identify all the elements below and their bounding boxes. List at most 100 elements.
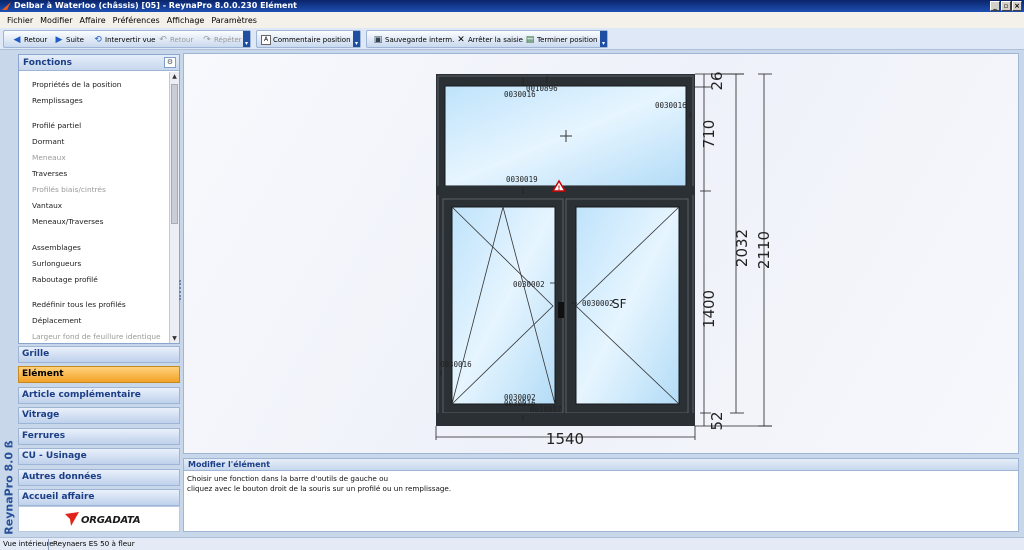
window-drawing[interactable]: ! 0010896 0030016 0030016 0030019 003000…	[184, 54, 1020, 455]
nav-ferrures[interactable]: Ferrures	[18, 428, 180, 445]
status-separator	[48, 539, 49, 550]
function-item-traverses[interactable]: Traverses	[32, 169, 67, 178]
stop-icon: ✕	[457, 34, 465, 45]
redo-label: Répéter	[214, 35, 242, 44]
toolbar-group-navigation: ◀ Retour ▶ Suite ⟲ Intervertir vue ↶ Ret…	[3, 30, 251, 48]
svg-text:!: !	[558, 185, 561, 192]
label-transom[interactable]: 0030019	[506, 175, 538, 184]
app-window: Delbar à Waterloo (châssis) [05] - Reyna…	[0, 0, 1024, 550]
function-item-remplissages[interactable]: Remplissages	[32, 96, 83, 105]
dim-top[interactable]: 26	[708, 71, 726, 90]
dim-upper[interactable]: 710	[700, 120, 718, 149]
functions-title: Fonctions	[23, 58, 73, 68]
dim-lower[interactable]: 1400	[700, 290, 718, 328]
info-line-1: Choisir une fonction dans la barre d'out…	[187, 474, 389, 483]
functions-panel: Fonctions ⚙ Propriétés de la position Re…	[18, 54, 180, 344]
info-text: Choisir une fonction dans la barre d'out…	[184, 471, 1018, 496]
label-bottom-rail[interactable]: 0010897	[530, 405, 562, 414]
left-sash-glass[interactable]	[451, 206, 556, 405]
function-item-profile-partiel[interactable]: Profilé partiel	[32, 121, 81, 130]
function-item-redefinir[interactable]: Redéfinir tous les profilés	[32, 300, 126, 309]
label-top-left[interactable]: 0030016	[504, 90, 536, 99]
intervertir-vue-button[interactable]: ⟲ Intervertir vue	[93, 33, 155, 46]
nav-autres-donnees[interactable]: Autres données	[18, 469, 180, 486]
commentaire-position-button[interactable]: A Commentaire position	[261, 33, 351, 46]
sash-handle-icon[interactable]	[558, 302, 564, 318]
drawing-canvas[interactable]: ! 0010896 0030016 0030016 0030019 003000…	[183, 53, 1019, 454]
function-item-assemblages[interactable]: Assemblages	[32, 243, 81, 252]
label-sf[interactable]: SF	[612, 297, 627, 311]
function-item-profiles-biais[interactable]: Profilés biais/cintrés	[32, 185, 106, 194]
undo-icon: ↶	[159, 34, 167, 45]
menu-modifier[interactable]: Modifier	[39, 16, 73, 25]
window-title: Delbar à Waterloo (châssis) [05] - Reyna…	[14, 1, 297, 10]
orgadata-logo-text: ORGADATA	[81, 515, 141, 526]
dim-glass-height[interactable]: 2032	[733, 229, 751, 267]
redo-button[interactable]: ↷ Répéter	[202, 33, 242, 46]
undo-label: Retour	[170, 35, 194, 44]
menu-bar: Fichier Modifier Affaire Préférences Aff…	[0, 12, 1024, 28]
functions-header: Fonctions ⚙	[19, 55, 179, 71]
scrollbar-thumb[interactable]	[171, 84, 178, 224]
nav-grille[interactable]: Grille	[18, 346, 180, 363]
terminer-position-button[interactable]: ▤ Terminer position	[525, 33, 598, 46]
sauvegarde-button[interactable]: ▣ Sauvegarde interm.	[373, 33, 455, 46]
nav-element[interactable]: Elément	[18, 366, 180, 383]
redo-icon: ↷	[203, 34, 211, 45]
menu-parametres[interactable]: Paramètres	[210, 16, 258, 25]
arreter-saisie-button[interactable]: ✕ Arrêter la saisie	[456, 33, 523, 46]
function-item-meneaux-traverses[interactable]: Meneaux/Traverses	[32, 217, 103, 226]
function-item-vantaux[interactable]: Vantaux	[32, 201, 62, 210]
nav-accueil-affaire[interactable]: Accueil affaire	[18, 489, 180, 506]
toolbar-overflow-icon[interactable]: ▾	[353, 31, 360, 47]
comment-icon: A	[261, 34, 271, 45]
function-item-meneaux[interactable]: Meneaux	[32, 153, 66, 162]
functions-scrollbar[interactable]: ▲ ▼	[169, 72, 179, 343]
restore-button[interactable]: ▫	[1001, 1, 1011, 11]
bottom-rail[interactable]	[436, 413, 695, 426]
panel-options-icon[interactable]: ⚙	[164, 57, 176, 68]
dim-total-height[interactable]: 2110	[755, 231, 773, 269]
function-item-largeur-fond[interactable]: Largeur fond de feuillure identique	[32, 332, 161, 341]
dim-width[interactable]: 1540	[546, 430, 584, 448]
sauvegarde-label: Sauvegarde interm.	[385, 35, 455, 44]
minimize-button[interactable]: _	[990, 1, 1000, 11]
scroll-down-icon[interactable]: ▼	[170, 334, 179, 343]
scroll-up-icon[interactable]: ▲	[170, 72, 179, 81]
nav-vitrage[interactable]: Vitrage	[18, 407, 180, 424]
nav-cu-usinage[interactable]: CU - Usinage	[18, 448, 180, 465]
toolbar-overflow-icon[interactable]: ▾	[600, 31, 607, 47]
toolbar-group-comment: A Commentaire position ▾	[256, 30, 361, 48]
undo-button[interactable]: ↶ Retour	[158, 33, 193, 46]
menu-affaire[interactable]: Affaire	[79, 16, 107, 25]
menu-preferences[interactable]: Préférences	[112, 16, 161, 25]
function-item-raboutage[interactable]: Raboutage profilé	[32, 275, 98, 284]
panel-splitter[interactable]	[179, 280, 182, 300]
close-button[interactable]: ×	[1012, 1, 1022, 11]
label-top-right[interactable]: 0030016	[655, 101, 687, 110]
label-sash-right[interactable]: 0030002	[582, 299, 614, 308]
status-bar: Vue intérieure Reynaers ES 50 à fleur	[0, 537, 1024, 550]
status-series: Reynaers ES 50 à fleur	[53, 539, 135, 548]
label-frame-left[interactable]: 0030016	[440, 360, 472, 369]
arrow-left-icon: ◀	[13, 34, 21, 45]
label-mullion[interactable]: 0030002	[513, 280, 545, 289]
suite-button[interactable]: ▶ Suite	[54, 33, 84, 46]
orgadata-mark-icon	[65, 512, 79, 526]
retour-label: Retour	[24, 35, 48, 44]
menu-affichage[interactable]: Affichage	[166, 16, 206, 25]
toolbar-overflow-icon[interactable]: ▾	[243, 31, 250, 47]
function-item-dormant[interactable]: Dormant	[32, 137, 64, 146]
info-header: Modifier l'élément	[184, 459, 1018, 471]
function-item-surlongueurs[interactable]: Surlongueurs	[32, 259, 81, 268]
menu-fichier[interactable]: Fichier	[6, 16, 34, 25]
function-item-proprietes[interactable]: Propriétés de la position	[32, 80, 122, 89]
title-bar: Delbar à Waterloo (châssis) [05] - Reyna…	[0, 0, 1024, 12]
function-item-deplacement[interactable]: Déplacement	[32, 316, 81, 325]
app-logo-icon	[2, 2, 11, 10]
dim-bottom[interactable]: 52	[708, 411, 726, 430]
nav-article-complementaire[interactable]: Article complémentaire	[18, 387, 180, 404]
retour-button[interactable]: ◀ Retour	[12, 33, 48, 46]
toolbar-group-save: ▣ Sauvegarde interm. ✕ Arrêter la saisie…	[366, 30, 608, 48]
intervertir-label: Intervertir vue	[105, 35, 156, 44]
